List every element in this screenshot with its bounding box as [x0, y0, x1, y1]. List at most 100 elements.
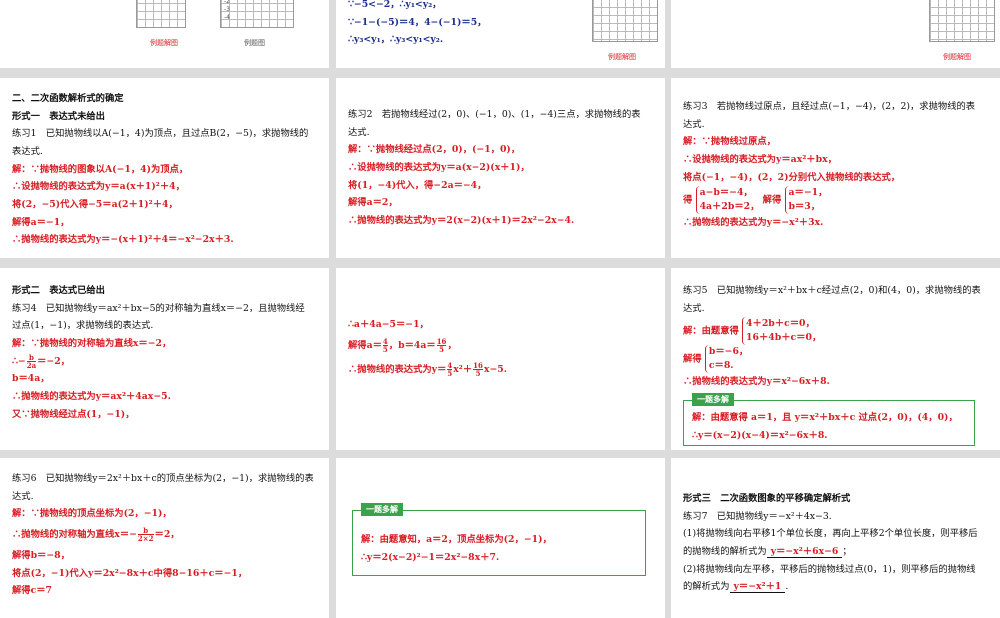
alternate-solution-tag: 一题多解 [361, 503, 403, 516]
text: x²＋ [453, 363, 473, 375]
text: ， [447, 339, 457, 351]
alternate-solution-box: 一题多解 解：由题意知，a＝2，顶点坐标为(2，−1)， ∴y＝2(x−2)²−… [352, 503, 646, 576]
tick-label: -2 [224, 0, 230, 5]
solution-line: ∴抛物线的对称轴为直线x＝− b 2×2 ＝2， [12, 523, 319, 547]
card-exercise-5: 练习5 已知抛物线y＝x²＋bx＋c经过点(2，0)和(4，0)，求抛物线的表 … [671, 268, 1000, 450]
text: 的解析式为 [683, 581, 730, 593]
text: ∴− [12, 355, 26, 367]
card-top-left: -2 -3 -4 例题解图 例题图 [0, 0, 329, 68]
card-exercise-6: 练习6 已知抛物线y＝2x²＋bx＋c的顶点坐标为(2，−1)，求抛物线的表 达… [0, 458, 329, 618]
solution-line: ∴设抛物线的表达式为y＝a(x＋1)²＋4， [12, 181, 185, 193]
question-text: (2)将抛物线向左平移，平移后的抛物线过点(0，1)，则平移后的抛物线 [683, 563, 976, 575]
equation: c＝8. [708, 360, 734, 372]
card-top-right: 例题解图 [671, 0, 1000, 68]
text: ； [842, 545, 852, 557]
figure-caption: 例题解图 [608, 53, 636, 61]
solution-line: 将(2，−5)代入得−5＝a(2＋1)²＋4， [12, 198, 178, 210]
equation: b＝3， [788, 201, 821, 213]
solution-line: 将点(−1，−4)，(2，2)分别代入抛物线的表达式， [683, 171, 901, 183]
solution-line: 解：由题意知，a＝2，顶点坐标为(2，−1)， [361, 534, 552, 545]
equation: a＝−1， [788, 187, 828, 199]
form-title: 形式一 表达式未给出 [12, 110, 105, 122]
question-text: 练习1 已知抛物线以A(−1，4)为顶点，且过点B(2，−5)，求抛物线的 [12, 128, 309, 140]
graph-figure [592, 0, 658, 42]
solution-line: 将点(2，−1)代入y＝2x²−8x＋c中得8−16＋c＝−1， [12, 567, 248, 579]
denominator: 2a [26, 360, 37, 370]
solution-line: ∴y＝(x−2)(x−4)＝x²−6x＋8. [692, 429, 828, 441]
equation-system: 4＋2b＋c＝0， 16＋4b＋c＝0， [742, 317, 822, 346]
question-text: 达式. [683, 302, 705, 314]
text: 解得 [762, 194, 782, 206]
solution-line: 解：∵抛物线过原点， [683, 136, 776, 148]
text: ＝2， [154, 528, 180, 540]
question-text: 的抛物线的解析式为 y＝−x²＋6x−6； [683, 543, 990, 561]
solution-line: 解得a＝2， [348, 197, 398, 209]
question-text: 练习6 已知抛物线y＝2x²＋bx＋c的顶点坐标为(2，−1)，求抛物线的表 [12, 473, 314, 484]
figure-caption: 例题解图 [150, 39, 178, 47]
solution-line: ∴抛物线的表达式为y＝−x²＋3x. [683, 217, 824, 229]
equation-system-line: 解得 b＝−6， c＝8. [683, 345, 990, 374]
question-text: 练习3 若抛物线过原点，且经过点(−1，−4)，(2，2)，求抛物线的表 [683, 101, 976, 112]
solution-line: ∴− b 2a ＝−2， [12, 353, 319, 371]
text: . [785, 581, 789, 593]
question-text: 的解析式为 y＝−x²＋1. [683, 578, 990, 596]
equation: 4＋2b＋c＝0， [746, 318, 815, 330]
card-exercise-2: 练习2 若抛物线经过(2，0)、(−1，0)、(1，−4)三点，求抛物线的表 达… [336, 78, 665, 258]
fraction: 16 5 [473, 362, 483, 377]
text: 解得a＝ [348, 339, 382, 351]
denominator: 5 [439, 344, 444, 354]
question-text: 过点(1，−1)，求抛物线的表达式. [12, 320, 154, 332]
text: 的抛物线的解析式为 [683, 545, 767, 557]
solution-line: 将(1，−4)代入，得−2a＝−4， [348, 179, 487, 191]
card-exercise-7: 形式三 二次函数图象的平移确定解析式 练习7 已知抛物线y＝−x²＋4x−3. … [671, 458, 1000, 618]
answer-blank: y＝−x²＋6x−6 [766, 545, 843, 558]
figure-caption: 例题解图 [943, 53, 971, 61]
solution-line: 解：∵抛物线的顶点坐标为(2，−1)， [12, 508, 172, 520]
fraction: 16 5 [436, 338, 447, 354]
solution-line: 解：∵抛物线经过点(2，0)，(−1，0)， [348, 144, 521, 156]
tick-label: -3 [224, 5, 230, 13]
solution-line: ∴抛物线的表达式为y＝ax²＋4ax−5. [12, 390, 171, 402]
text: 解：由题意得 [683, 325, 739, 337]
answer-blank: y＝−x²＋1 [729, 581, 786, 594]
question-text: 练习4 已知抛物线y＝ax²＋bx−5的对称轴为直线x＝−2，且抛物线经 [12, 302, 305, 314]
solution-line: 解：∵抛物线的图象以A(−1，4)为顶点， [12, 163, 189, 175]
fraction: 45 [382, 338, 388, 354]
equation: 4a＋2b＝2， [699, 201, 760, 213]
equation-system-line: 得 a−b＝−4， 4a＋2b＝2， 解得 a＝−1， b＝3， [683, 186, 990, 215]
text: ∴抛物线的对称轴为直线x＝− [12, 528, 137, 540]
graph-figure [929, 0, 995, 42]
fraction: b 2a [26, 354, 37, 370]
solution-line: 解得a＝−1， [12, 216, 70, 228]
equation: a−b＝−4， [699, 187, 753, 199]
denominator: 5 [382, 344, 388, 354]
fraction: b 2×2 [137, 527, 154, 543]
card-top-middle: ∵−5<−2，∴y₁<y₂， ∵−1−(−5)＝4，4−(−1)＝5， ∴y₃<… [336, 0, 665, 68]
solution-line: ∴a＋4a−5＝−1， [348, 319, 429, 330]
tick-labels: -2 -3 -4 [224, 0, 230, 21]
solution-line: ∴抛物线的表达式为y＝x²−6x＋8. [683, 376, 830, 388]
figure-caption: 例题图 [244, 39, 265, 47]
solution-line: 解得b＝−8， [12, 550, 70, 562]
card-exercise-3: 练习3 若抛物线过原点，且经过点(−1，−4)，(2，2)，求抛物线的表 达式.… [671, 78, 1000, 258]
text: 得 [683, 194, 693, 206]
solution-line: 又∵抛物线经过点(1，−1)， [12, 408, 135, 420]
tick-label: -4 [224, 13, 230, 21]
question-text: 练习2 若抛物线经过(2，0)、(−1，0)、(1，−4)三点，求抛物线的表 [348, 109, 641, 120]
text: x−5. [483, 363, 507, 375]
denominator: 5 [447, 368, 453, 378]
text: ，b＝4a＝ [388, 339, 436, 351]
solution-line: ∴抛物线的表达式为y＝2(x−2)(x＋1)＝2x²−2x−4. [348, 214, 575, 226]
equation: 16＋4b＋c＝0， [746, 332, 822, 344]
denominator: 2×2 [137, 533, 154, 543]
graph-figure-left [136, 0, 186, 28]
solution-line: ∴抛物线的表达式为y＝−(x＋1)²＋4＝−x²−2x＋3. [12, 234, 234, 246]
question-text: 达式. [12, 490, 34, 502]
question-text: 达式. [348, 126, 370, 138]
question-text: 练习7 已知抛物线y＝−x²＋4x−3. [683, 510, 832, 522]
question-text: 练习5 已知抛物线y＝x²＋bx＋c经过点(2，0)和(4，0)，求抛物线的表 [683, 285, 981, 296]
equation-system-line: 解：由题意得 4＋2b＋c＝0， 16＋4b＋c＝0， [683, 317, 990, 346]
denominator: 5 [475, 368, 481, 378]
solution-line: ∴设抛物线的表达式为y＝a(x−2)(x＋1)， [348, 161, 530, 173]
solution-line: 解得a＝ 4 5 ，b＝4a＝ 16 5， [348, 334, 655, 358]
